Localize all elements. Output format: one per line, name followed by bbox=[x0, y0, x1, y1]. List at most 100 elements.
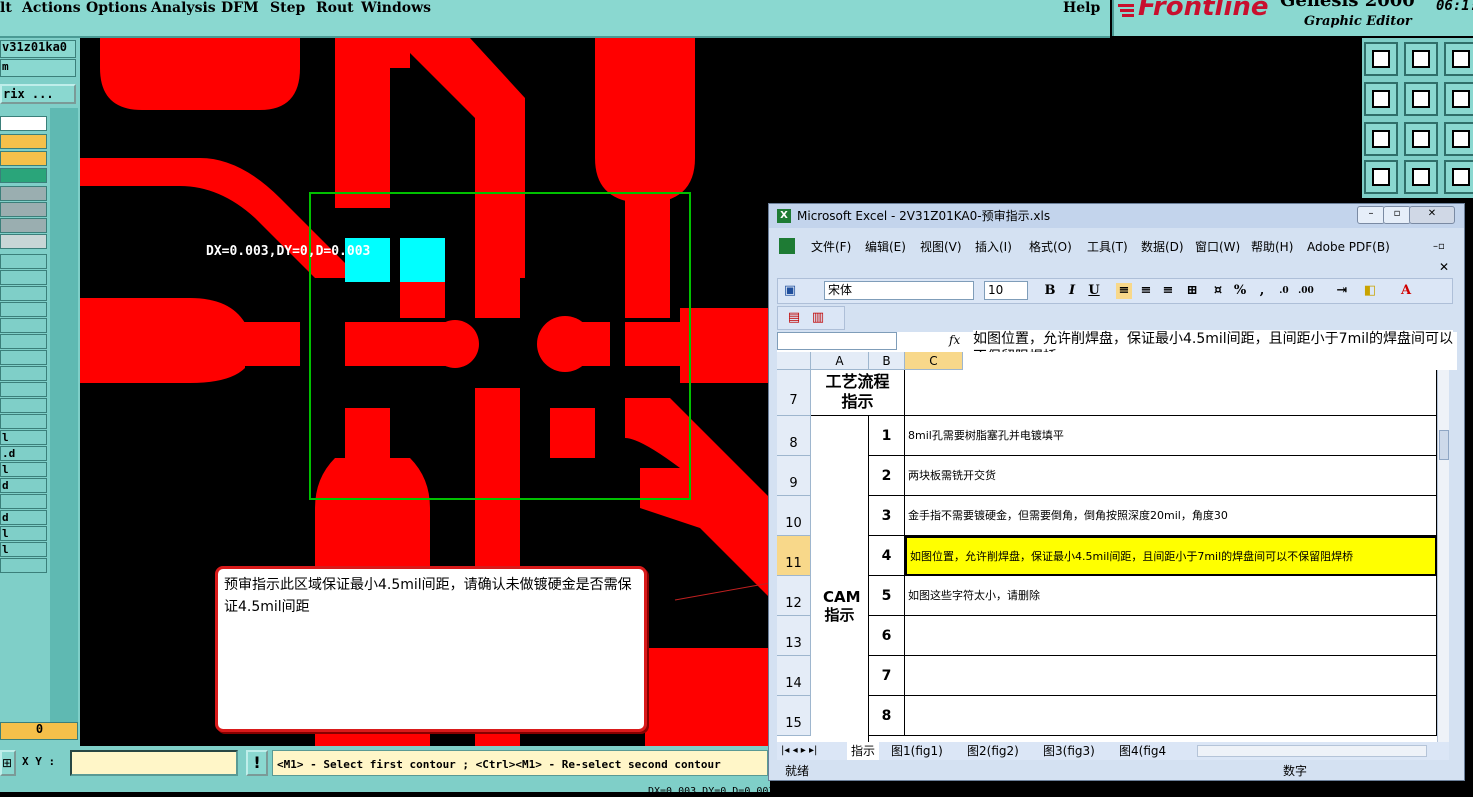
align-right-icon[interactable]: ≡ bbox=[1160, 283, 1176, 299]
italic-icon[interactable]: I bbox=[1064, 283, 1080, 299]
fx-icon[interactable]: fx bbox=[949, 333, 960, 347]
menu-file[interactable]: 文件(F) bbox=[811, 236, 851, 258]
layer-row[interactable] bbox=[0, 218, 47, 233]
layer-row[interactable] bbox=[0, 382, 47, 397]
row-header[interactable]: 15 bbox=[777, 696, 811, 736]
matrix-button[interactable]: rix ... bbox=[0, 84, 76, 104]
fill-color-icon[interactable]: ◧ bbox=[1362, 283, 1378, 299]
menu-item-actions[interactable]: Actions bbox=[22, 0, 81, 16]
align-left-icon[interactable]: ≡ bbox=[1116, 283, 1132, 299]
currency-icon[interactable]: ¤ bbox=[1210, 283, 1226, 299]
underline-icon[interactable]: U bbox=[1086, 283, 1102, 299]
bold-icon[interactable]: B bbox=[1042, 283, 1058, 299]
restore-button[interactable]: ▫ bbox=[1383, 206, 1411, 224]
layer-row[interactable] bbox=[0, 350, 47, 365]
item-number[interactable]: 3 bbox=[869, 496, 905, 536]
layer-row[interactable] bbox=[0, 302, 47, 317]
menu-insert[interactable]: 插入(I) bbox=[975, 236, 1012, 258]
table-cell[interactable] bbox=[905, 370, 1437, 416]
layer-row[interactable]: l bbox=[0, 462, 47, 477]
row-header[interactable]: 7 bbox=[777, 370, 811, 416]
item-text[interactable]: 两块板需铣开交货 bbox=[905, 456, 1437, 496]
undo-view-button[interactable] bbox=[1444, 82, 1473, 116]
item-text[interactable]: 如图这些字符太小，请删除 bbox=[905, 576, 1437, 616]
scrollbar-thumb[interactable] bbox=[1439, 430, 1449, 460]
layer-row[interactable]: d bbox=[0, 510, 47, 525]
percent-icon[interactable]: % bbox=[1232, 283, 1248, 299]
tab-fig3[interactable]: 图3(fig3) bbox=[1043, 742, 1095, 760]
layer-row[interactable]: l bbox=[0, 526, 47, 541]
pan-right-button[interactable] bbox=[1404, 82, 1438, 116]
item-number[interactable]: 2 bbox=[869, 456, 905, 496]
section-cell[interactable]: 工艺流程指示 bbox=[811, 370, 905, 416]
layer-row[interactable] bbox=[0, 234, 47, 249]
menu-format[interactable]: 格式(O) bbox=[1029, 236, 1072, 258]
tab-instructions[interactable]: 指示 bbox=[847, 742, 880, 760]
merge-icon[interactable]: ⊞ bbox=[1184, 283, 1200, 299]
layer-row[interactable] bbox=[0, 151, 47, 166]
item-number[interactable]: 1 bbox=[869, 416, 905, 456]
house-button[interactable] bbox=[1444, 42, 1473, 76]
comma-icon[interactable]: , bbox=[1254, 283, 1270, 299]
tab-fig1[interactable]: 图1(fig1) bbox=[891, 742, 943, 760]
zoom-home-button[interactable] bbox=[1364, 42, 1398, 76]
layer-row[interactable]: d bbox=[0, 478, 47, 493]
layer-row[interactable] bbox=[0, 168, 47, 183]
item-number[interactable]: 6 bbox=[869, 616, 905, 656]
horizontal-scrollbar[interactable] bbox=[1197, 745, 1427, 757]
item-text[interactable] bbox=[905, 656, 1437, 696]
measure-tool-button[interactable] bbox=[1364, 160, 1398, 194]
close-button[interactable]: ✕ bbox=[1409, 206, 1455, 224]
xy-input[interactable] bbox=[70, 750, 238, 776]
item-text[interactable] bbox=[905, 616, 1437, 656]
layer-row[interactable] bbox=[0, 186, 47, 201]
column-header-b[interactable]: B bbox=[869, 352, 905, 370]
item-text[interactable] bbox=[905, 696, 1437, 736]
layer-view-button[interactable] bbox=[1444, 160, 1473, 194]
layer-row[interactable] bbox=[0, 318, 47, 333]
vertical-scrollbar[interactable] bbox=[1437, 370, 1449, 744]
layer-row[interactable] bbox=[0, 366, 47, 381]
item-number[interactable]: 5 bbox=[869, 576, 905, 616]
row-header[interactable]: 9 bbox=[777, 456, 811, 496]
item-number[interactable]: 4 bbox=[869, 536, 905, 576]
layer-row[interactable] bbox=[0, 270, 47, 285]
menu-item-partial[interactable]: lt bbox=[0, 0, 12, 16]
layer-row[interactable] bbox=[0, 558, 47, 573]
center-button[interactable] bbox=[1404, 122, 1438, 156]
pdf-icon[interactable]: ▤ bbox=[786, 310, 802, 326]
menu-item-help[interactable]: Help bbox=[1063, 0, 1100, 16]
pdf-review-icon[interactable]: ▥ bbox=[810, 310, 826, 326]
size-select[interactable]: 10 bbox=[984, 281, 1028, 300]
save-icon[interactable]: ▣ bbox=[782, 283, 798, 299]
menu-window[interactable]: 窗口(W) bbox=[1195, 236, 1240, 258]
layer-scrollbar[interactable] bbox=[50, 108, 78, 723]
menu-tools[interactable]: 工具(T) bbox=[1087, 236, 1128, 258]
zoom-in-button[interactable] bbox=[1404, 42, 1438, 76]
item-text[interactable]: 金手指不需要镀硬金，但需要倒角，倒角按照深度20mil，角度30 bbox=[905, 496, 1437, 536]
grid-button[interactable]: ⊞ bbox=[0, 750, 16, 776]
menu-data[interactable]: 数据(D) bbox=[1141, 236, 1184, 258]
doc-close-icon[interactable]: ✕ bbox=[1439, 256, 1449, 278]
menu-item-rout[interactable]: Rout bbox=[316, 0, 354, 16]
menu-edit[interactable]: 编辑(E) bbox=[865, 236, 906, 258]
minimize-button[interactable]: – bbox=[1357, 206, 1385, 224]
warning-button[interactable]: ! bbox=[246, 750, 268, 776]
menu-item-options[interactable]: Options bbox=[86, 0, 147, 16]
item-text-selected[interactable]: 如图位置，允许削焊盘，保证最小4.5mil间距，且间距小于7mil的焊盘间可以不… bbox=[905, 536, 1437, 576]
column-header-a[interactable]: A bbox=[811, 352, 869, 370]
layer-row[interactable] bbox=[0, 494, 47, 509]
layer-row[interactable] bbox=[0, 254, 47, 269]
menu-view[interactable]: 视图(V) bbox=[920, 236, 962, 258]
row-header[interactable]: 14 bbox=[777, 656, 811, 696]
menu-help[interactable]: 帮助(H) bbox=[1251, 236, 1293, 258]
layer-row[interactable] bbox=[0, 414, 47, 429]
layer-row[interactable] bbox=[0, 334, 47, 349]
align-center-icon[interactable]: ≡ bbox=[1138, 283, 1154, 299]
menu-item-step[interactable]: Step bbox=[270, 0, 305, 16]
font-select[interactable]: 宋体 bbox=[824, 281, 974, 300]
snap-button[interactable] bbox=[1404, 160, 1438, 194]
layer-row[interactable]: l bbox=[0, 542, 47, 557]
scale-button[interactable] bbox=[1444, 122, 1473, 156]
row-header[interactable]: 13 bbox=[777, 616, 811, 656]
